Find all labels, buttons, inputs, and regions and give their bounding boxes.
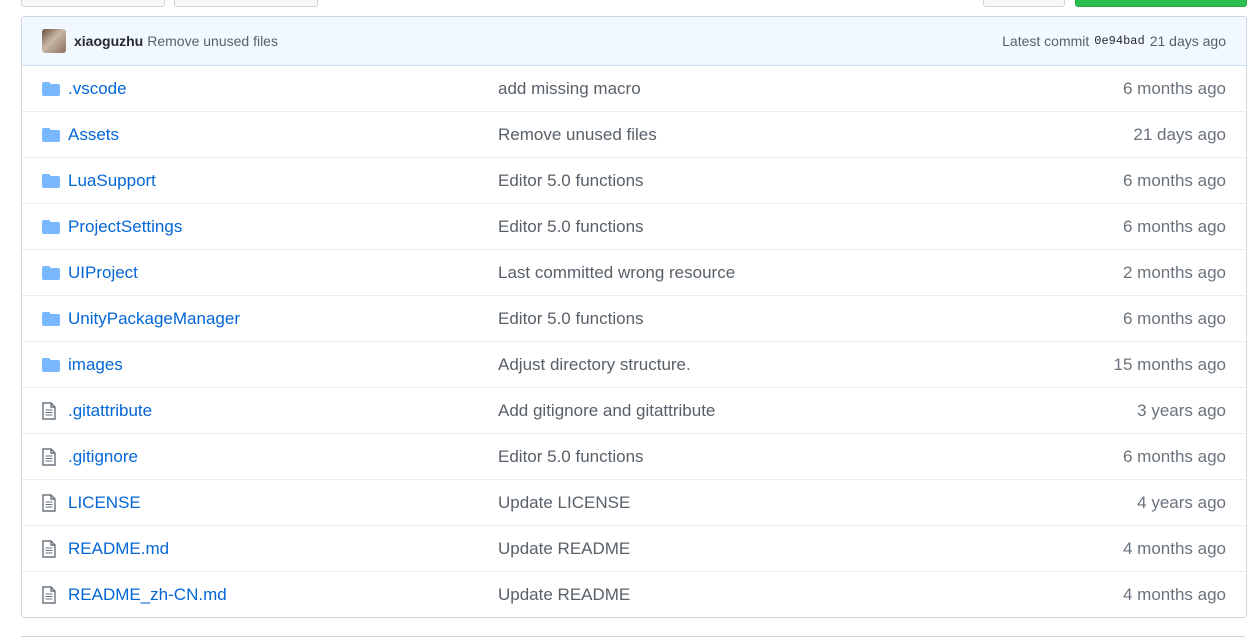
file-name-link[interactable]: ProjectSettings: [68, 217, 498, 237]
file-commit-message[interactable]: Adjust directory structure.: [498, 355, 691, 375]
commit-sha[interactable]: 0e94bad: [1094, 34, 1144, 48]
file-commit-message[interactable]: Update README: [498, 539, 630, 559]
file-row[interactable]: .gitignore Editor 5.0 functions 6 months a…: [22, 433, 1246, 479]
file-commit-age: 21 days ago: [1133, 124, 1226, 144]
file-commit-message[interactable]: add missing macro: [498, 79, 641, 99]
file-commit-message[interactable]: Remove unused files: [498, 125, 657, 145]
file-name-link[interactable]: LuaSupport: [68, 171, 498, 191]
divider: [21, 636, 1245, 637]
latest-commit-label: Latest commit: [1002, 33, 1090, 49]
file-commit-age: 3 years ago: [1137, 400, 1226, 420]
file-name-link[interactable]: UnityPackageManager: [68, 309, 498, 329]
file-name-link[interactable]: README_zh-CN.md: [68, 585, 498, 605]
file-commit-age: 4 months ago: [1122, 538, 1226, 558]
commit-message[interactable]: Remove unused files: [147, 33, 278, 49]
folder-icon: [42, 173, 62, 188]
folder-icon: [42, 311, 62, 326]
file-icon: [42, 539, 62, 558]
file-commit-age: 15 months ago: [1113, 354, 1226, 374]
file-row[interactable]: README_zh-CN.md Update README 4 months ago: [22, 571, 1246, 617]
file-commit-message[interactable]: Update README: [498, 585, 630, 605]
file-name-link[interactable]: images: [68, 355, 498, 375]
file-row[interactable]: .vscode add missing macro 6 months ago: [22, 66, 1246, 111]
file-icon: [42, 493, 62, 512]
file-row[interactable]: LuaSupport Editor 5.0 functions 6 months a…: [22, 157, 1246, 203]
file-row[interactable]: LICENSE Update LICENSE 4 years ago: [22, 479, 1246, 525]
file-commit-message[interactable]: Editor 5.0 functions: [498, 447, 644, 467]
file-row[interactable]: UnityPackageManager Editor 5.0 functions 6…: [22, 295, 1246, 341]
top-button-2[interactable]: [174, 0, 318, 7]
folder-icon: [42, 357, 62, 372]
folder-icon: [42, 81, 62, 96]
file-name-link[interactable]: UIProject: [68, 263, 498, 283]
file-name-link[interactable]: .vscode: [68, 79, 498, 99]
file-name-link[interactable]: .gitignore: [68, 447, 498, 467]
file-row[interactable]: UIProject Last committed wrong resource 2 …: [22, 249, 1246, 295]
file-commit-age: 6 months ago: [1122, 216, 1226, 236]
top-button-3[interactable]: [983, 0, 1065, 7]
commit-author[interactable]: xiaoguzhu: [74, 33, 143, 49]
file-name-link[interactable]: README.md: [68, 539, 498, 559]
file-commit-message[interactable]: Update LICENSE: [498, 493, 630, 513]
latest-commit-info: Latest commit 0e94bad 21 days ago: [1002, 17, 1226, 65]
file-commit-age: 6 months ago: [1122, 446, 1226, 466]
file-icon: [42, 401, 62, 420]
folder-icon: [42, 265, 62, 280]
top-button-1[interactable]: [21, 0, 165, 7]
file-row[interactable]: README.md Update README 4 months ago: [22, 525, 1246, 571]
file-row[interactable]: ProjectSettings Editor 5.0 functions 6 mon…: [22, 203, 1246, 249]
file-commit-age: 2 months ago: [1122, 262, 1226, 282]
file-icon: [42, 585, 62, 604]
file-rows: .vscode add missing macro 6 months ago Asse…: [22, 66, 1246, 617]
file-name-link[interactable]: .gitattribute: [68, 401, 498, 421]
file-commit-message[interactable]: Add gitignore and gitattribute: [498, 401, 715, 421]
file-row[interactable]: .gitattribute Add gitignore and gitattrib…: [22, 387, 1246, 433]
file-row[interactable]: images Adjust directory structure. 15 mont…: [22, 341, 1246, 387]
clone-download-button[interactable]: [1075, 0, 1247, 7]
file-commit-message[interactable]: Editor 5.0 functions: [498, 171, 644, 191]
file-list: xiaoguzhu Remove unused files Latest com…: [21, 16, 1247, 618]
file-commit-age: 6 months ago: [1122, 308, 1226, 328]
file-commit-message[interactable]: Last committed wrong resource: [498, 263, 735, 283]
avatar[interactable]: [42, 29, 66, 53]
file-icon: [42, 447, 62, 466]
commit-age: 21 days ago: [1149, 33, 1226, 49]
folder-icon: [42, 219, 62, 234]
file-commit-age: 6 months ago: [1122, 170, 1226, 190]
file-row[interactable]: Assets Remove unused files 21 days ago: [22, 111, 1246, 157]
latest-commit-bar: xiaoguzhu Remove unused files Latest com…: [22, 17, 1246, 66]
file-commit-age: 4 months ago: [1122, 584, 1226, 604]
file-commit-message[interactable]: Editor 5.0 functions: [498, 309, 644, 329]
file-commit-age: 4 years ago: [1137, 492, 1226, 512]
file-name-link[interactable]: LICENSE: [68, 493, 498, 513]
folder-icon: [42, 127, 62, 142]
file-name-link[interactable]: Assets: [68, 125, 498, 145]
file-commit-message[interactable]: Editor 5.0 functions: [498, 217, 644, 237]
file-commit-age: 6 months ago: [1122, 78, 1226, 98]
